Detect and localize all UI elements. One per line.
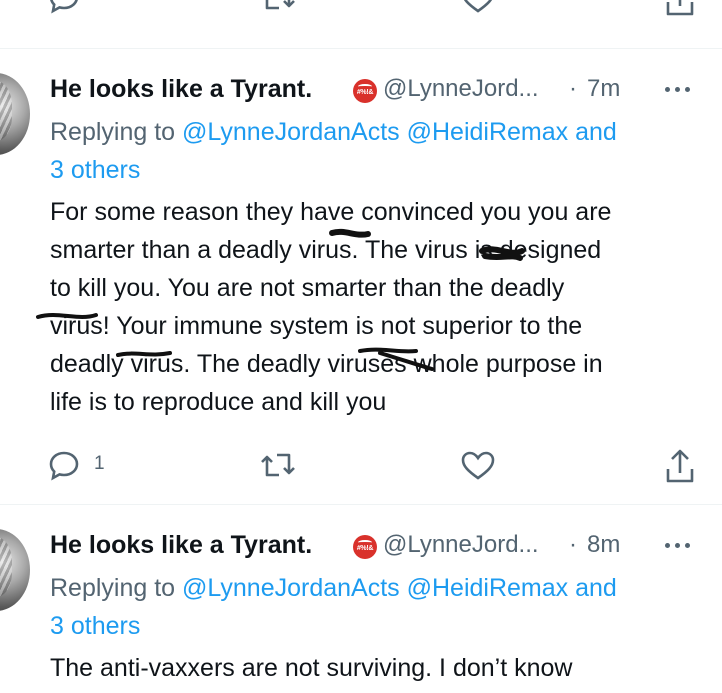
retweet-button[interactable] xyxy=(258,445,298,485)
timeline: He looks like a Tyrant. #%!& @LynneJord.… xyxy=(0,0,722,693)
avatar[interactable] xyxy=(0,529,30,611)
mention-link[interactable]: @LynneJordanActs xyxy=(182,118,400,146)
others-link[interactable]: 3 others xyxy=(50,612,140,640)
scribble-marks xyxy=(36,228,525,371)
author-handle[interactable]: @LynneJord... xyxy=(383,73,539,105)
mention-link[interactable]: @HeidiRemax xyxy=(407,574,569,602)
tweet-header: He looks like a Tyrant. #%!& @LynneJord.… xyxy=(50,73,710,105)
others-link[interactable]: 3 others xyxy=(50,156,140,184)
share-icon[interactable] xyxy=(664,0,696,18)
retweet-icon[interactable] xyxy=(258,0,298,18)
badge-icon: #%!& xyxy=(353,535,377,559)
heart-icon xyxy=(461,451,495,480)
replying-to: Replying to @LynneJordanActs @HeidiRemax… xyxy=(50,113,710,189)
more-icon[interactable] xyxy=(665,81,697,99)
share-icon xyxy=(666,449,694,483)
replying-prefix: Replying to xyxy=(50,118,183,146)
share-button[interactable] xyxy=(664,445,696,485)
tweet[interactable]: He looks like a Tyrant. #%!& @LynneJord.… xyxy=(0,73,722,493)
reply-icon xyxy=(49,451,79,481)
replying-and[interactable]: and xyxy=(568,574,617,602)
author-handle[interactable]: @LynneJord... xyxy=(383,529,539,561)
replying-prefix: Replying to xyxy=(50,574,183,602)
author-name[interactable]: He looks like a Tyrant. xyxy=(50,73,312,105)
mention-link[interactable]: @LynneJordanActs xyxy=(182,574,400,602)
timestamp[interactable]: 8m xyxy=(587,529,620,561)
separator: · xyxy=(569,531,577,558)
author-name[interactable]: He looks like a Tyrant. xyxy=(50,529,312,561)
retweet-icon xyxy=(261,453,295,477)
tweet-actions: 1 xyxy=(0,445,722,485)
timestamp[interactable]: 7m xyxy=(587,73,620,105)
reply-icon[interactable] xyxy=(48,0,80,18)
tweet[interactable]: He looks like a Tyrant. #%!& @LynneJord.… xyxy=(0,529,722,693)
tweet-text: The anti-vaxxers are not surviving. I do… xyxy=(50,649,700,687)
replying-and[interactable]: and xyxy=(568,118,617,146)
badge-icon: #%!& xyxy=(353,79,377,103)
like-button[interactable] xyxy=(460,445,496,485)
heart-icon[interactable] xyxy=(460,0,496,18)
reply-count: 1 xyxy=(94,453,105,474)
avatar[interactable] xyxy=(0,73,30,155)
mention-link[interactable]: @HeidiRemax xyxy=(407,118,569,146)
divider xyxy=(0,504,722,505)
divider xyxy=(0,48,722,49)
tweet-line: The anti-vaxxers are not surviving. I do… xyxy=(50,654,573,682)
replying-to: Replying to @LynneJordanActs @HeidiRemax… xyxy=(50,569,710,645)
tweet-header: He looks like a Tyrant. #%!& @LynneJord.… xyxy=(50,529,710,561)
separator: · xyxy=(569,75,577,102)
more-icon[interactable] xyxy=(665,537,697,555)
reply-button[interactable]: 1 xyxy=(48,445,105,485)
previous-tweet-actions xyxy=(0,0,722,22)
